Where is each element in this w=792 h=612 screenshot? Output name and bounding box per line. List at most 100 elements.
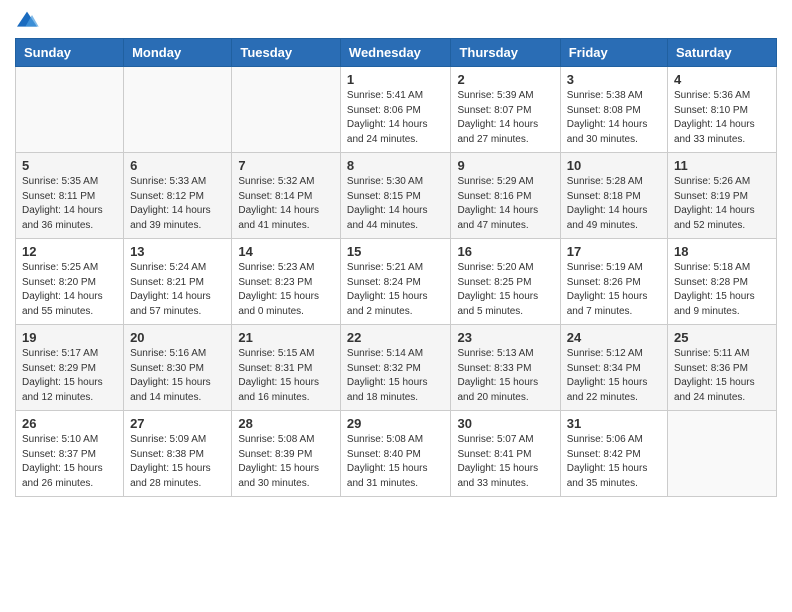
- day-detail: Sunrise: 5:23 AM Sunset: 8:23 PM Dayligh…: [238, 261, 334, 319]
- calendar-week-row: 12 Sunrise: 5:25 AM Sunset: 8:20 PM Dayli…: [16, 239, 777, 325]
- header: [15, 10, 777, 30]
- day-number: 9: [457, 158, 553, 173]
- day-detail: Sunrise: 5:21 AM Sunset: 8:24 PM Dayligh…: [347, 261, 445, 319]
- calendar-cell: 28 Sunrise: 5:08 AM Sunset: 8:39 PM Dayli…: [232, 411, 341, 497]
- day-number: 11: [674, 158, 770, 173]
- day-detail: Sunrise: 5:15 AM Sunset: 8:31 PM Dayligh…: [238, 347, 334, 405]
- calendar-cell: 18 Sunrise: 5:18 AM Sunset: 8:28 PM Dayli…: [668, 239, 777, 325]
- calendar-cell: 11 Sunrise: 5:26 AM Sunset: 8:19 PM Dayli…: [668, 153, 777, 239]
- day-number: 10: [567, 158, 661, 173]
- calendar-cell: 24 Sunrise: 5:12 AM Sunset: 8:34 PM Dayli…: [560, 325, 667, 411]
- day-detail: Sunrise: 5:33 AM Sunset: 8:12 PM Dayligh…: [130, 175, 225, 233]
- day-detail: Sunrise: 5:08 AM Sunset: 8:40 PM Dayligh…: [347, 433, 445, 491]
- day-detail: Sunrise: 5:32 AM Sunset: 8:14 PM Dayligh…: [238, 175, 334, 233]
- logo-icon: [15, 10, 39, 30]
- day-detail: Sunrise: 5:41 AM Sunset: 8:06 PM Dayligh…: [347, 89, 445, 147]
- calendar-cell: 29Sunrise: 5:08 AM Sunset: 8:40 PM Dayli…: [340, 411, 451, 497]
- day-number: 7: [238, 158, 334, 173]
- day-detail: Sunrise: 5:12 AM Sunset: 8:34 PM Dayligh…: [567, 347, 661, 405]
- day-number: 19: [22, 330, 117, 345]
- day-number: 3: [567, 72, 661, 87]
- day-detail: Sunrise: 5:38 AM Sunset: 8:08 PM Dayligh…: [567, 89, 661, 147]
- day-number: 26: [22, 416, 117, 431]
- day-number: 24: [567, 330, 661, 345]
- day-number: 17: [567, 244, 661, 259]
- day-detail: Sunrise: 5:26 AM Sunset: 8:19 PM Dayligh…: [674, 175, 770, 233]
- col-header-sunday: Sunday: [16, 39, 124, 67]
- day-detail: Sunrise: 5:25 AM Sunset: 8:20 PM Dayligh…: [22, 261, 117, 319]
- day-number: 6: [130, 158, 225, 173]
- day-number: 5: [22, 158, 117, 173]
- calendar-cell: [668, 411, 777, 497]
- calendar-cell: 26 Sunrise: 5:10 AM Sunset: 8:37 PM Dayli…: [16, 411, 124, 497]
- day-detail: Sunrise: 5:29 AM Sunset: 8:16 PM Dayligh…: [457, 175, 553, 233]
- day-number: 21: [238, 330, 334, 345]
- calendar-cell: 4 Sunrise: 5:36 AM Sunset: 8:10 PM Daylig…: [668, 67, 777, 153]
- calendar-cell: [124, 67, 232, 153]
- calendar-cell: 12 Sunrise: 5:25 AM Sunset: 8:20 PM Dayli…: [16, 239, 124, 325]
- day-number: 22: [347, 330, 445, 345]
- calendar-cell: 7 Sunrise: 5:32 AM Sunset: 8:14 PM Daylig…: [232, 153, 341, 239]
- calendar-cell: [16, 67, 124, 153]
- calendar-cell: 30Sunrise: 5:07 AM Sunset: 8:41 PM Dayli…: [451, 411, 560, 497]
- calendar-cell: 25Sunrise: 5:11 AM Sunset: 8:36 PM Dayli…: [668, 325, 777, 411]
- day-number: 1: [347, 72, 445, 87]
- calendar-cell: 27 Sunrise: 5:09 AM Sunset: 8:38 PM Dayli…: [124, 411, 232, 497]
- day-detail: Sunrise: 5:39 AM Sunset: 8:07 PM Dayligh…: [457, 89, 553, 147]
- day-detail: Sunrise: 5:36 AM Sunset: 8:10 PM Dayligh…: [674, 89, 770, 147]
- calendar-cell: 21 Sunrise: 5:15 AM Sunset: 8:31 PM Dayli…: [232, 325, 341, 411]
- day-detail: Sunrise: 5:28 AM Sunset: 8:18 PM Dayligh…: [567, 175, 661, 233]
- col-header-monday: Monday: [124, 39, 232, 67]
- day-number: 16: [457, 244, 553, 259]
- day-number: 20: [130, 330, 225, 345]
- day-detail: Sunrise: 5:20 AM Sunset: 8:25 PM Dayligh…: [457, 261, 553, 319]
- day-detail: Sunrise: 5:16 AM Sunset: 8:30 PM Dayligh…: [130, 347, 225, 405]
- col-header-friday: Friday: [560, 39, 667, 67]
- col-header-thursday: Thursday: [451, 39, 560, 67]
- day-detail: Sunrise: 5:18 AM Sunset: 8:28 PM Dayligh…: [674, 261, 770, 319]
- day-number: 12: [22, 244, 117, 259]
- calendar-week-row: 1 Sunrise: 5:41 AM Sunset: 8:06 PM Daylig…: [16, 67, 777, 153]
- day-detail: Sunrise: 5:30 AM Sunset: 8:15 PM Dayligh…: [347, 175, 445, 233]
- calendar-cell: 23Sunrise: 5:13 AM Sunset: 8:33 PM Dayli…: [451, 325, 560, 411]
- calendar-cell: 13 Sunrise: 5:24 AM Sunset: 8:21 PM Dayli…: [124, 239, 232, 325]
- calendar-cell: 8 Sunrise: 5:30 AM Sunset: 8:15 PM Daylig…: [340, 153, 451, 239]
- calendar-table: SundayMondayTuesdayWednesdayThursdayFrid…: [15, 38, 777, 497]
- day-detail: Sunrise: 5:13 AM Sunset: 8:33 PM Dayligh…: [457, 347, 553, 405]
- col-header-wednesday: Wednesday: [340, 39, 451, 67]
- day-number: 25: [674, 330, 770, 345]
- calendar-cell: 22 Sunrise: 5:14 AM Sunset: 8:32 PM Dayli…: [340, 325, 451, 411]
- calendar-week-row: 19 Sunrise: 5:17 AM Sunset: 8:29 PM Dayli…: [16, 325, 777, 411]
- day-detail: Sunrise: 5:06 AM Sunset: 8:42 PM Dayligh…: [567, 433, 661, 491]
- calendar-cell: 19 Sunrise: 5:17 AM Sunset: 8:29 PM Dayli…: [16, 325, 124, 411]
- calendar-cell: [232, 67, 341, 153]
- calendar-cell: 9 Sunrise: 5:29 AM Sunset: 8:16 PM Daylig…: [451, 153, 560, 239]
- day-detail: Sunrise: 5:24 AM Sunset: 8:21 PM Dayligh…: [130, 261, 225, 319]
- day-number: 18: [674, 244, 770, 259]
- calendar-cell: 1 Sunrise: 5:41 AM Sunset: 8:06 PM Daylig…: [340, 67, 451, 153]
- day-detail: Sunrise: 5:35 AM Sunset: 8:11 PM Dayligh…: [22, 175, 117, 233]
- calendar-cell: 16 Sunrise: 5:20 AM Sunset: 8:25 PM Dayli…: [451, 239, 560, 325]
- day-number: 27: [130, 416, 225, 431]
- calendar-cell: 20 Sunrise: 5:16 AM Sunset: 8:30 PM Dayli…: [124, 325, 232, 411]
- day-number: 13: [130, 244, 225, 259]
- calendar-cell: 15Sunrise: 5:21 AM Sunset: 8:24 PM Dayli…: [340, 239, 451, 325]
- day-number: 8: [347, 158, 445, 173]
- col-header-tuesday: Tuesday: [232, 39, 341, 67]
- day-number: 4: [674, 72, 770, 87]
- day-detail: Sunrise: 5:14 AM Sunset: 8:32 PM Dayligh…: [347, 347, 445, 405]
- calendar-cell: 3 Sunrise: 5:38 AM Sunset: 8:08 PM Daylig…: [560, 67, 667, 153]
- calendar-cell: 2Sunrise: 5:39 AM Sunset: 8:07 PM Daylig…: [451, 67, 560, 153]
- calendar-week-row: 26 Sunrise: 5:10 AM Sunset: 8:37 PM Dayli…: [16, 411, 777, 497]
- day-detail: Sunrise: 5:19 AM Sunset: 8:26 PM Dayligh…: [567, 261, 661, 319]
- calendar-cell: 17 Sunrise: 5:19 AM Sunset: 8:26 PM Dayli…: [560, 239, 667, 325]
- day-detail: Sunrise: 5:09 AM Sunset: 8:38 PM Dayligh…: [130, 433, 225, 491]
- col-header-saturday: Saturday: [668, 39, 777, 67]
- calendar-cell: 31Sunrise: 5:06 AM Sunset: 8:42 PM Dayli…: [560, 411, 667, 497]
- day-detail: Sunrise: 5:17 AM Sunset: 8:29 PM Dayligh…: [22, 347, 117, 405]
- day-number: 28: [238, 416, 334, 431]
- calendar-cell: 10 Sunrise: 5:28 AM Sunset: 8:18 PM Dayli…: [560, 153, 667, 239]
- day-detail: Sunrise: 5:08 AM Sunset: 8:39 PM Dayligh…: [238, 433, 334, 491]
- day-detail: Sunrise: 5:10 AM Sunset: 8:37 PM Dayligh…: [22, 433, 117, 491]
- calendar-cell: 6 Sunrise: 5:33 AM Sunset: 8:12 PM Daylig…: [124, 153, 232, 239]
